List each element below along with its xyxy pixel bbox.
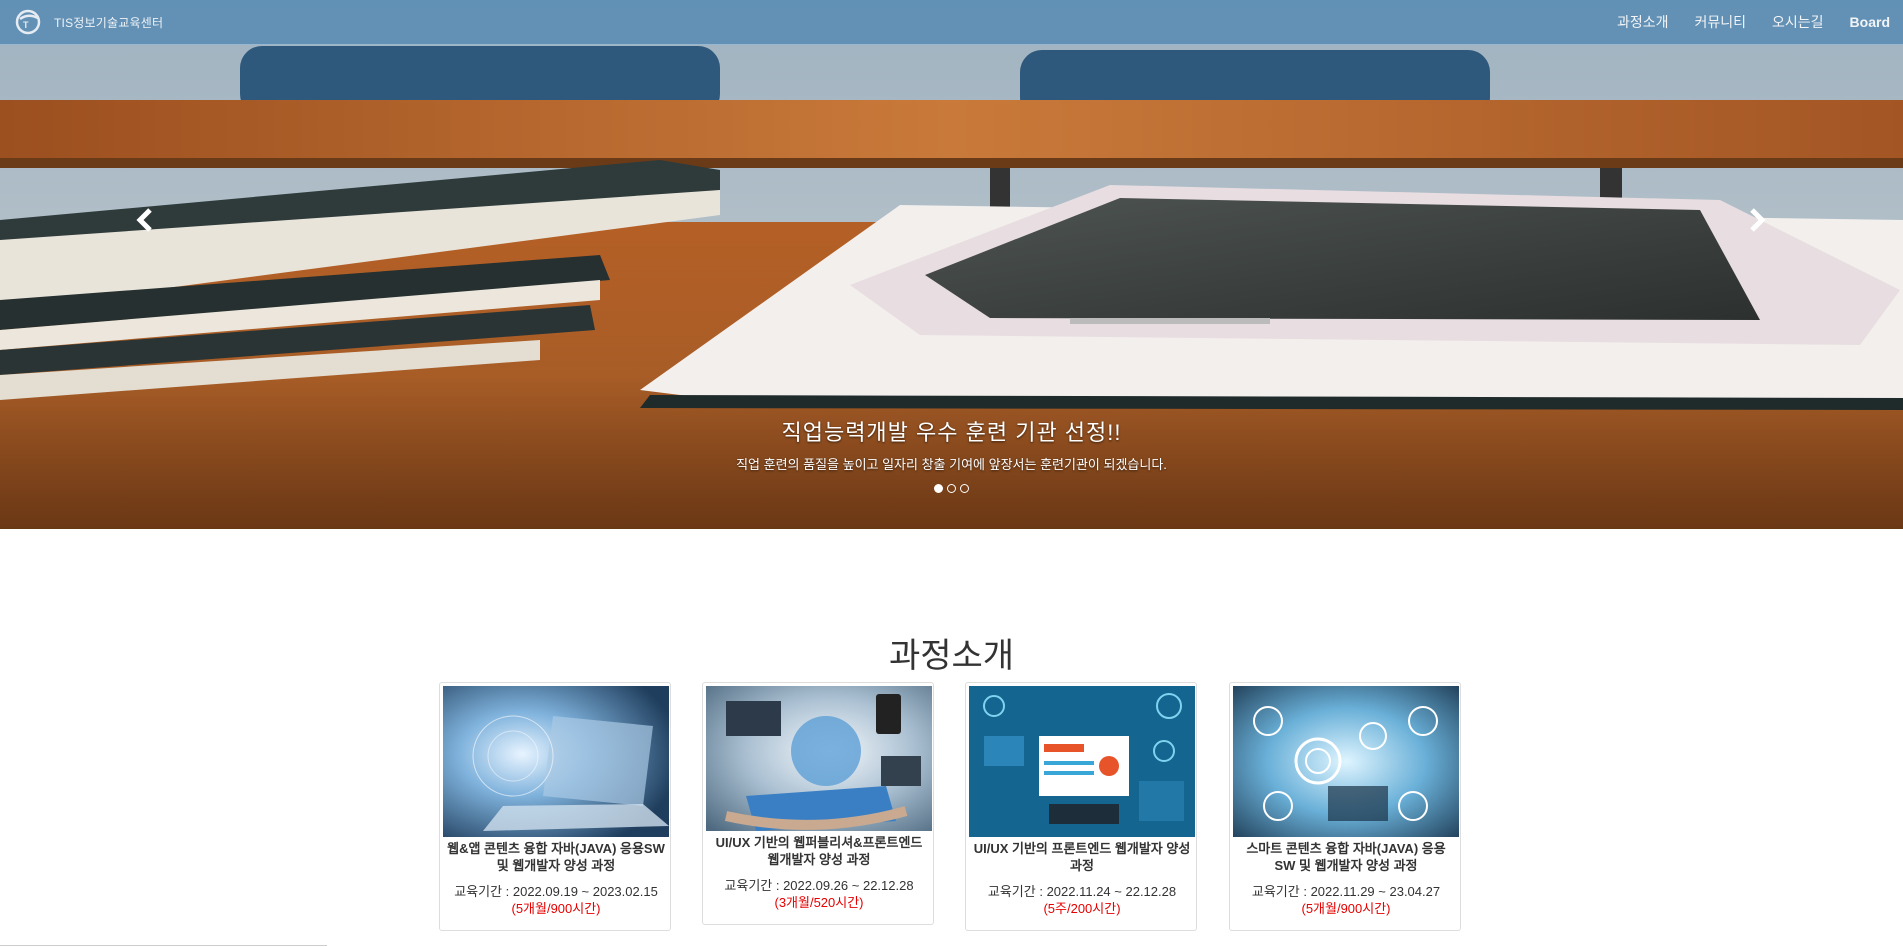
- brand-link[interactable]: T TIS정보기술교육센터: [14, 9, 163, 35]
- tis-logo-icon: T: [15, 9, 41, 35]
- nav-menu: 과정소개 커뮤니티 오시는길 Board: [1617, 0, 1903, 44]
- carousel-next-button[interactable]: [1736, 200, 1776, 240]
- course-title: UI/UX 기반의 웹퍼블리셔&프론트엔드 웹개발자 양성 과정: [715, 835, 923, 867]
- course-card[interactable]: 웹&앱 콘텐츠 융합 자바(JAVA) 응용SW 및 웹개발자 양성 과정 교육…: [439, 682, 671, 931]
- course-duration: (5개월/900시간): [1301, 901, 1391, 916]
- brand-name: TIS정보기술교육센터: [54, 15, 164, 30]
- course-image: [969, 686, 1195, 837]
- course-card[interactable]: 스마트 콘텐츠 융합 자바(JAVA) 응용 SW 및 웹개발자 양성 과정 교…: [1229, 682, 1461, 931]
- nav-item-directions[interactable]: 오시는길: [1772, 12, 1824, 32]
- nav-item-courses[interactable]: 과정소개: [1617, 12, 1669, 32]
- course-card[interactable]: UI/UX 기반의 프론트엔드 웹개발자 양성 과정 교육기간 : 2022.1…: [965, 682, 1197, 931]
- carousel-prev-button[interactable]: [126, 200, 166, 240]
- hero-subtitle: 직업 훈련의 품질을 높이고 일자리 창출 기여에 앞장서는 훈련기관이 되겠습…: [736, 457, 1167, 472]
- hero-carousel: 직업능력개발 우수 훈련 기관 선정!! 직업 훈련의 품질을 높이고 일자리 …: [0, 0, 1903, 529]
- carousel-indicators: [0, 484, 1903, 493]
- carousel-indicator-3[interactable]: [960, 484, 969, 493]
- course-image: [443, 686, 669, 837]
- chevron-right-icon: [1750, 208, 1766, 232]
- courses-section-title: 과정소개: [888, 637, 1015, 675]
- course-title: 웹&앱 콘텐츠 융합 자바(JAVA) 응용SW 및 웹개발자 양성 과정: [447, 841, 665, 873]
- course-image: [1233, 686, 1459, 837]
- course-image: [706, 686, 932, 831]
- course-title: UI/UX 기반의 프론트엔드 웹개발자 양성 과정: [973, 841, 1191, 873]
- nav-item-community[interactable]: 커뮤니티: [1694, 12, 1746, 32]
- svg-text:T: T: [23, 20, 29, 30]
- course-duration: (3개월/520시간): [774, 895, 864, 910]
- hero-title: 직업능력개발 우수 훈련 기관 선정!!: [781, 420, 1122, 445]
- top-navbar: T TIS정보기술교육센터 과정소개 커뮤니티 오시는길 Board: [0, 0, 1903, 45]
- hero-background-image: [0, 0, 1903, 529]
- chevron-left-icon: [136, 208, 152, 232]
- bottom-divider: [0, 945, 327, 946]
- course-duration: (5개월/900시간): [511, 901, 601, 916]
- course-title: 스마트 콘텐츠 융합 자바(JAVA) 응용 SW 및 웹개발자 양성 과정: [1246, 841, 1446, 873]
- carousel-indicator-1[interactable]: [934, 484, 943, 493]
- course-card[interactable]: UI/UX 기반의 웹퍼블리셔&프론트엔드 웹개발자 양성 과정 교육기간 : …: [702, 682, 934, 925]
- course-duration: (5주/200시간): [1043, 901, 1121, 916]
- carousel-indicator-2[interactable]: [947, 484, 956, 493]
- nav-item-board[interactable]: Board: [1850, 14, 1890, 30]
